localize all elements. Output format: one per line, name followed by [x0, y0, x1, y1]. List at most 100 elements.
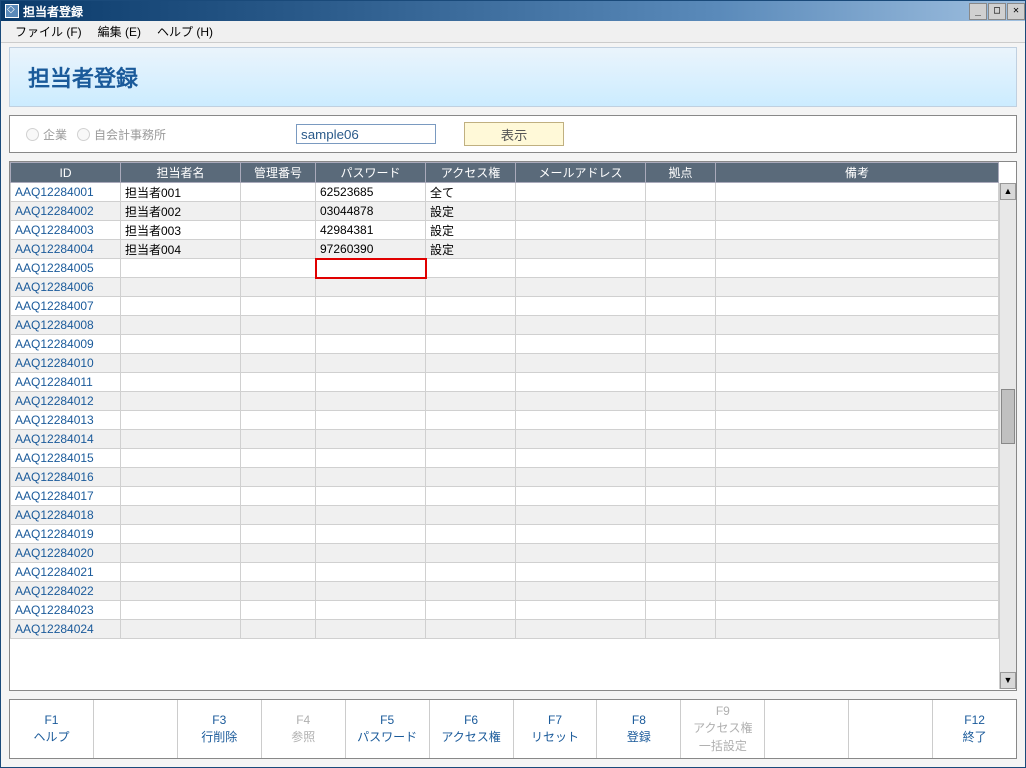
table-row[interactable]: AAQ12284012	[11, 392, 999, 411]
cell-base[interactable]	[646, 620, 716, 639]
cell-mgmt[interactable]	[241, 582, 316, 601]
cell-mail[interactable]	[516, 335, 646, 354]
cell-base[interactable]	[646, 240, 716, 259]
cell-access[interactable]	[426, 392, 516, 411]
cell-note[interactable]	[716, 354, 999, 373]
cell-mgmt[interactable]	[241, 544, 316, 563]
cell-note[interactable]	[716, 487, 999, 506]
cell-access[interactable]	[426, 601, 516, 620]
cell-id[interactable]: AAQ12284008	[11, 316, 121, 335]
col-header-7[interactable]: 備考	[716, 163, 999, 183]
cell-mgmt[interactable]	[241, 392, 316, 411]
cell-access[interactable]	[426, 373, 516, 392]
table-row[interactable]: AAQ12284019	[11, 525, 999, 544]
table-row[interactable]: AAQ12284020	[11, 544, 999, 563]
table-row[interactable]: AAQ12284011	[11, 373, 999, 392]
cell-access[interactable]	[426, 278, 516, 297]
cell-base[interactable]	[646, 316, 716, 335]
cell-mail[interactable]	[516, 620, 646, 639]
cell-note[interactable]	[716, 601, 999, 620]
cell-base[interactable]	[646, 278, 716, 297]
cell-id[interactable]: AAQ12284017	[11, 487, 121, 506]
cell-note[interactable]	[716, 278, 999, 297]
cell-access[interactable]	[426, 411, 516, 430]
cell-mgmt[interactable]	[241, 468, 316, 487]
cell-name[interactable]: 担当者001	[121, 183, 241, 202]
cell-mail[interactable]	[516, 202, 646, 221]
cell-mgmt[interactable]	[241, 449, 316, 468]
cell-base[interactable]	[646, 202, 716, 221]
radio-self-office[interactable]: 自会計事務所	[77, 126, 166, 143]
cell-mgmt[interactable]	[241, 278, 316, 297]
cell-id[interactable]: AAQ12284016	[11, 468, 121, 487]
cell-name[interactable]	[121, 620, 241, 639]
cell-base[interactable]	[646, 354, 716, 373]
cell-base[interactable]	[646, 449, 716, 468]
cell-base[interactable]	[646, 601, 716, 620]
cell-base[interactable]	[646, 259, 716, 278]
radio-company-input[interactable]	[26, 128, 39, 141]
cell-name[interactable]: 担当者004	[121, 240, 241, 259]
cell-mail[interactable]	[516, 392, 646, 411]
cell-name[interactable]	[121, 297, 241, 316]
cell-id[interactable]: AAQ12284003	[11, 221, 121, 240]
cell-id[interactable]: AAQ12284023	[11, 601, 121, 620]
cell-base[interactable]	[646, 506, 716, 525]
cell-base[interactable]	[646, 411, 716, 430]
cell-base[interactable]	[646, 563, 716, 582]
scrollbar-thumb[interactable]	[1001, 389, 1015, 444]
cell-password[interactable]	[316, 506, 426, 525]
cell-access[interactable]	[426, 468, 516, 487]
table-row[interactable]: AAQ12284013	[11, 411, 999, 430]
cell-password[interactable]	[316, 373, 426, 392]
cell-base[interactable]	[646, 582, 716, 601]
cell-access[interactable]	[426, 620, 516, 639]
fkey-f7[interactable]: F7リセット	[514, 700, 598, 758]
fkey-f12[interactable]: F12終了	[933, 700, 1016, 758]
cell-id[interactable]: AAQ12284002	[11, 202, 121, 221]
cell-mail[interactable]	[516, 430, 646, 449]
scroll-down-button[interactable]: ▼	[1000, 672, 1016, 689]
cell-name[interactable]: 担当者003	[121, 221, 241, 240]
cell-mgmt[interactable]	[241, 202, 316, 221]
cell-password[interactable]	[316, 620, 426, 639]
radio-self-office-input[interactable]	[77, 128, 90, 141]
cell-password[interactable]	[316, 487, 426, 506]
cell-mgmt[interactable]	[241, 430, 316, 449]
cell-mail[interactable]	[516, 354, 646, 373]
cell-mail[interactable]	[516, 525, 646, 544]
cell-id[interactable]: AAQ12284014	[11, 430, 121, 449]
cell-access[interactable]	[426, 430, 516, 449]
cell-base[interactable]	[646, 183, 716, 202]
cell-mgmt[interactable]	[241, 335, 316, 354]
cell-note[interactable]	[716, 582, 999, 601]
cell-password[interactable]	[316, 392, 426, 411]
cell-mgmt[interactable]	[241, 221, 316, 240]
cell-mail[interactable]	[516, 316, 646, 335]
cell-name[interactable]	[121, 506, 241, 525]
cell-access[interactable]	[426, 297, 516, 316]
cell-id[interactable]: AAQ12284022	[11, 582, 121, 601]
cell-name[interactable]	[121, 335, 241, 354]
cell-mail[interactable]	[516, 297, 646, 316]
radio-company[interactable]: 企業	[26, 126, 67, 143]
cell-id[interactable]: AAQ12284018	[11, 506, 121, 525]
cell-id[interactable]: AAQ12284011	[11, 373, 121, 392]
cell-mail[interactable]	[516, 582, 646, 601]
cell-mail[interactable]	[516, 468, 646, 487]
fkey-f8[interactable]: F8登録	[597, 700, 681, 758]
cell-id[interactable]: AAQ12284010	[11, 354, 121, 373]
cell-id[interactable]: AAQ12284006	[11, 278, 121, 297]
cell-name[interactable]	[121, 354, 241, 373]
cell-password[interactable]	[316, 411, 426, 430]
cell-base[interactable]	[646, 544, 716, 563]
cell-password[interactable]	[316, 278, 426, 297]
table-row[interactable]: AAQ12284016	[11, 468, 999, 487]
cell-access[interactable]	[426, 525, 516, 544]
table-row[interactable]: AAQ12284023	[11, 601, 999, 620]
cell-mgmt[interactable]	[241, 620, 316, 639]
cell-name[interactable]	[121, 563, 241, 582]
cell-access[interactable]	[426, 544, 516, 563]
cell-name[interactable]	[121, 449, 241, 468]
cell-mgmt[interactable]	[241, 506, 316, 525]
